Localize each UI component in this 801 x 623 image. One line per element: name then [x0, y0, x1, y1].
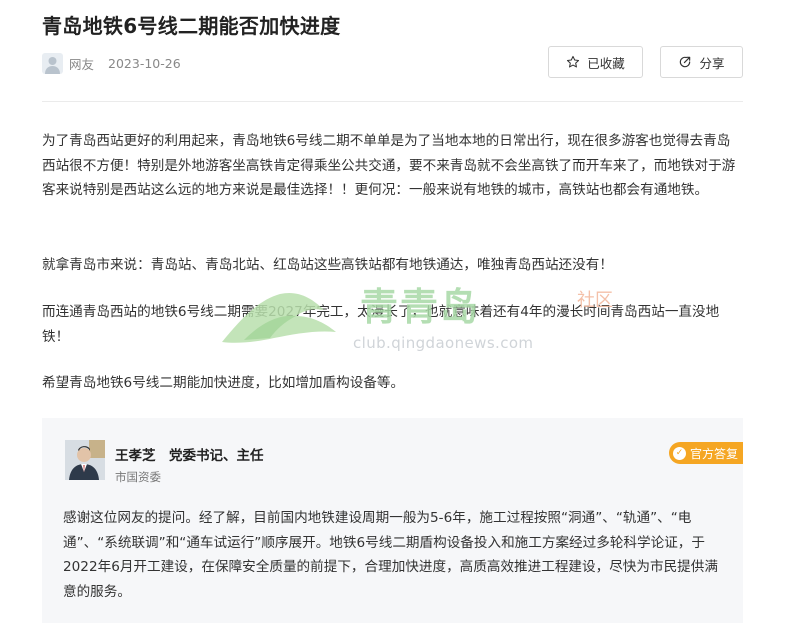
star-icon [567, 55, 580, 68]
author-name[interactable]: 网友 [69, 54, 94, 73]
answer-text: 感谢这位网友的提问。经了解，目前国内地铁建设周期一般为5-6年，施工过程按照“洞… [63, 510, 718, 600]
post-date: 2023-10-26 [108, 55, 181, 71]
responder-name: 王孝芝 党委书记、主任 [115, 448, 264, 464]
responder-department: 市国资委 [115, 470, 161, 484]
share-label: 分享 [699, 55, 725, 71]
responder-photo [65, 440, 105, 480]
user-avatar-icon [42, 52, 63, 74]
badge-label: 官方答复 [689, 446, 738, 461]
article-paragraph: 就拿青岛市来说：青岛站、青岛北站、红岛站这些高铁站都有地铁通达，唯独青岛西站还没… [42, 257, 613, 273]
share-icon [680, 56, 691, 68]
official-answer-card: 王孝芝 党委书记、主任 市国资委 ✓ 官方答复 感谢这位网友的提问。经了解，目前… [42, 418, 743, 623]
divider [42, 101, 743, 102]
article-paragraph: 而连通青岛西站的地铁6号线二期需要2027年完工，太漫长了，也就意味着还有4年的… [42, 304, 720, 345]
article-paragraph: 希望青岛地铁6号线二期能加快进度，比如增加盾构设备等。 [42, 375, 405, 391]
article-title: 青岛地铁6号线二期能否加快进度 [42, 14, 341, 38]
official-reply-badge: ✓ 官方答复 [668, 442, 743, 464]
favorite-button[interactable]: 已收藏 [548, 46, 643, 78]
article-paragraph: 为了青岛西站更好的利用起来，青岛地铁6号线二期不单单是为了当地本地的日常出行，现… [42, 133, 736, 198]
favorite-label: 已收藏 [587, 55, 625, 71]
article-page: 青岛地铁6号线二期能否加快进度 网友 2023-10-26 已收藏 分享 为了青… [42, 0, 743, 623]
share-button[interactable]: 分享 [660, 46, 743, 78]
article-meta: 网友 2023-10-26 [42, 52, 181, 74]
check-circle-icon: ✓ [672, 446, 686, 460]
